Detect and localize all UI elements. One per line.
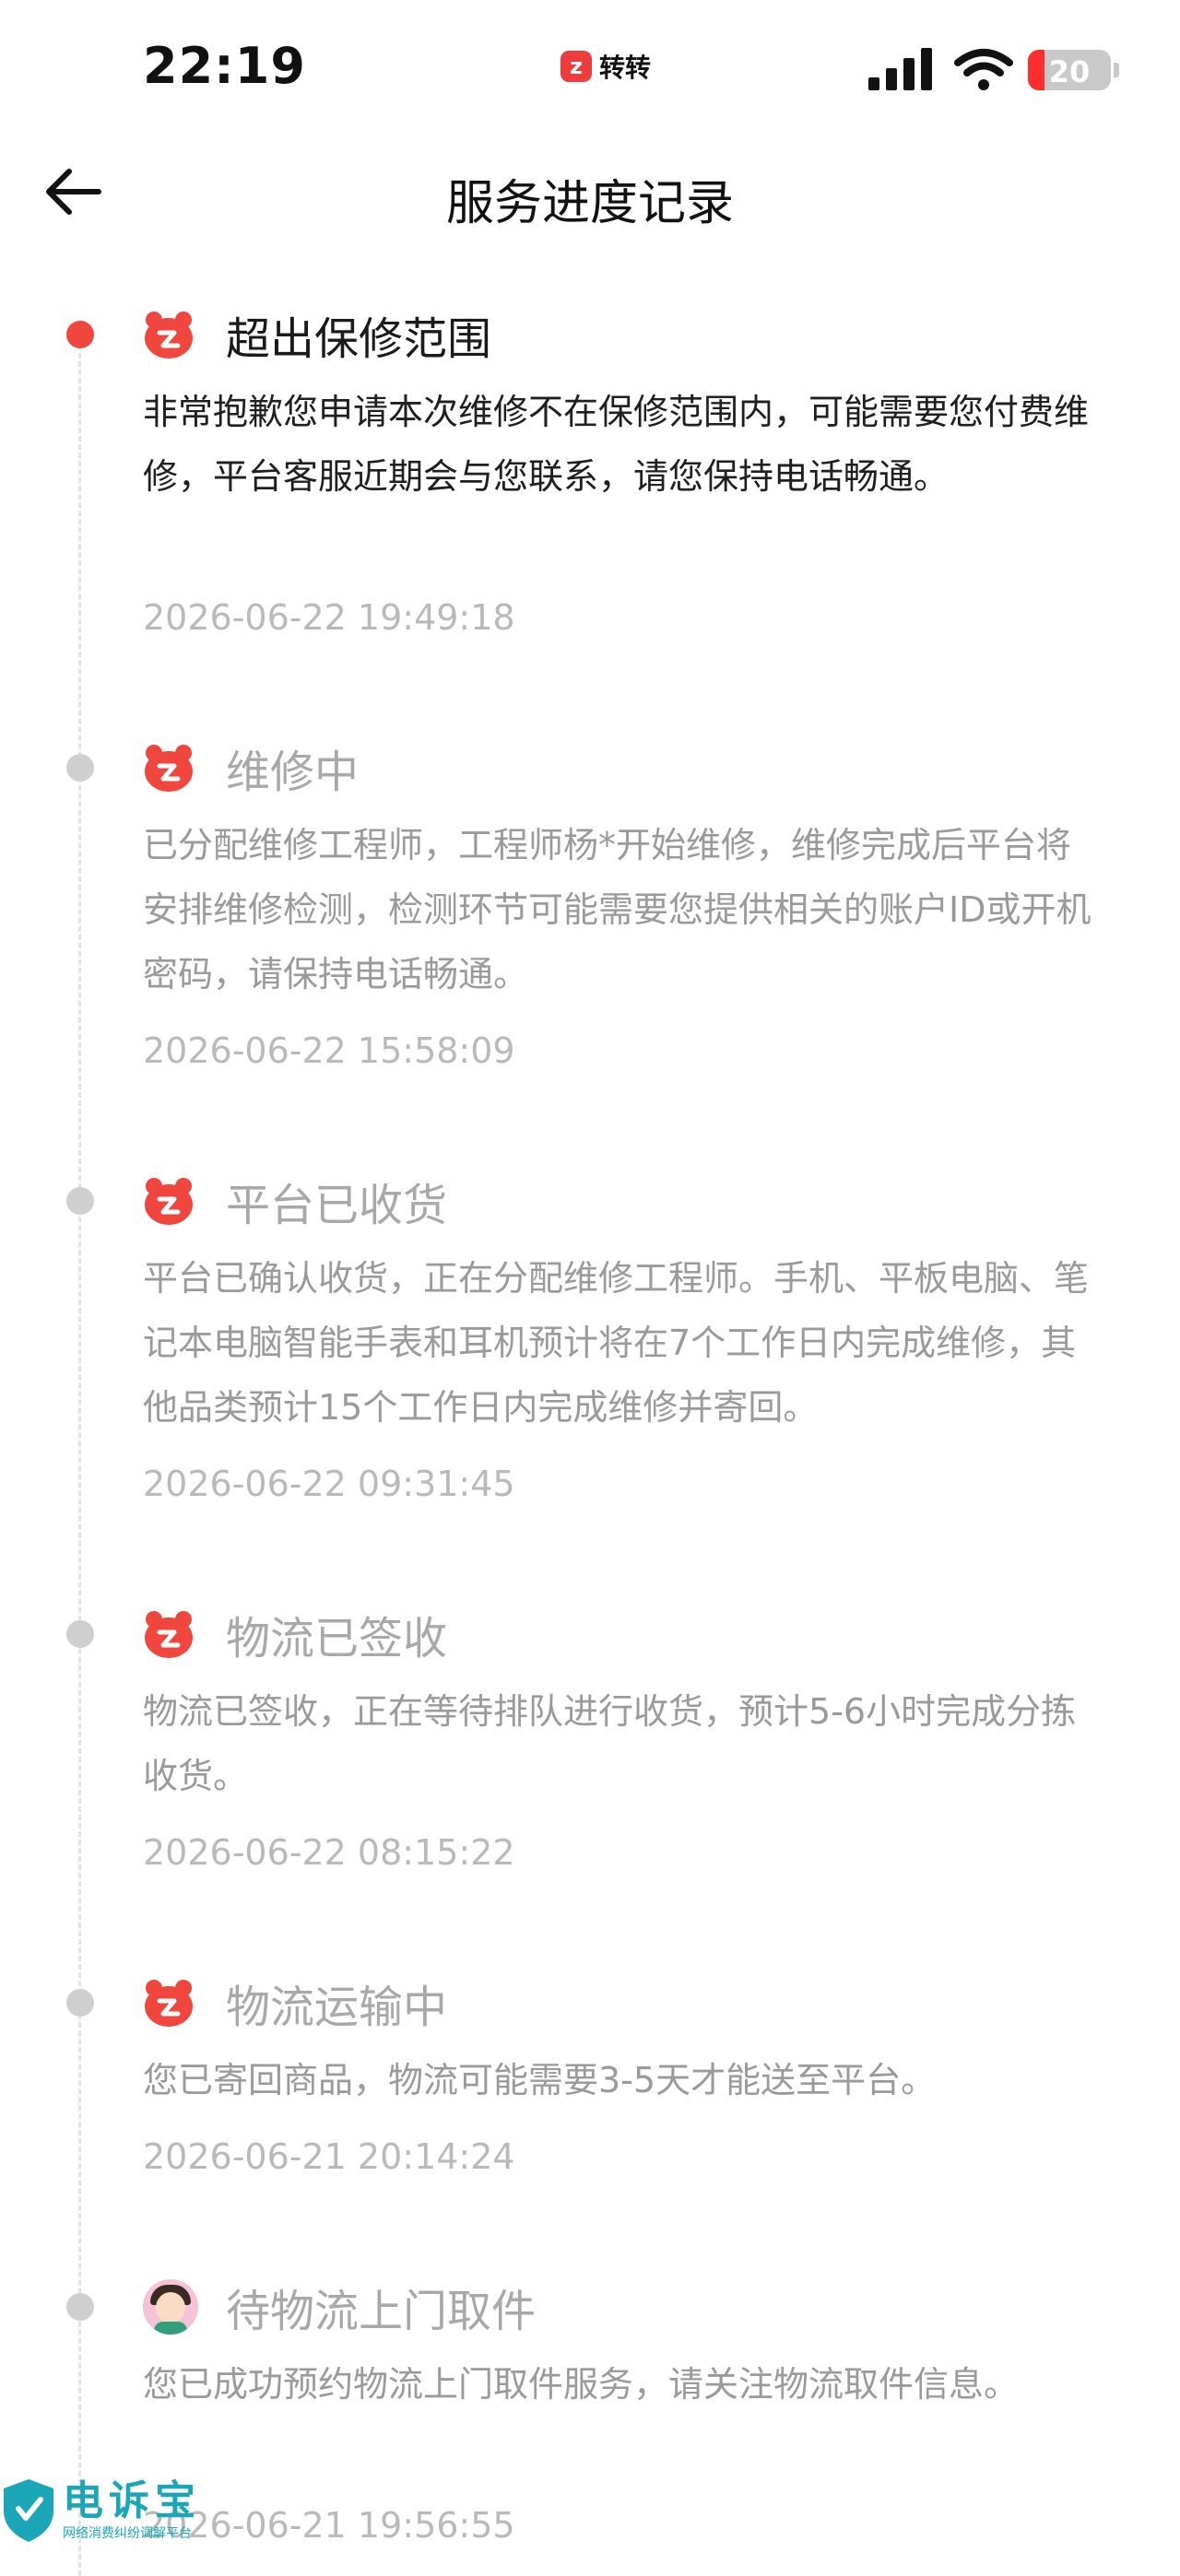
wifi-icon	[954, 49, 1013, 90]
zhuanzhuan-logo-icon: z	[560, 51, 592, 82]
watermark-main: 电诉宝	[63, 2477, 201, 2524]
watermark: 电诉宝 网络消费纠纷调解平台	[0, 2477, 201, 2544]
zhuanzhuan-bear-icon	[145, 1611, 193, 1658]
timeline-dot	[66, 754, 94, 782]
zhuanzhuan-bear-icon	[145, 1980, 193, 2027]
timeline-item-desc: 已分配维修工程师，工程师杨*开始维修，维修完成后平台将安排维修检测，检测环节可能…	[143, 825, 1092, 994]
timeline-item-title: 物流运输中	[226, 1982, 448, 2033]
watermark-sub: 网络消费纠纷调解平台	[63, 2526, 192, 2541]
nav-bar: 服务进度记录	[0, 138, 1180, 249]
timeline-item-desc: 非常抱歉您申请本次维修不在保修范围内，可能需要您付费维修，平台客服近期会与您联系…	[143, 392, 1090, 497]
timeline-item-header: 超出保修范围	[143, 307, 491, 365]
timeline-item-desc: 平台已确认收货，正在分配维修工程师。手机、平板电脑、笔记本电脑智能手表和耳机预计…	[143, 1258, 1090, 1428]
shield-logo-icon	[4, 2479, 53, 2542]
timeline-item-desc: 您已寄回商品，物流可能需要3-5天才能送至平台。	[143, 2060, 937, 2100]
timeline-item-title: 物流已签收	[226, 1613, 448, 1664]
timeline-dot	[66, 1620, 94, 1648]
page-title: 服务进度记录	[445, 176, 734, 231]
courier-avatar-icon	[143, 2279, 198, 2335]
battery-tip	[1114, 63, 1119, 77]
zhuanzhuan-bear-icon	[145, 1178, 193, 1225]
timeline-item-time: 2026-06-22 15:58:09	[143, 1030, 515, 1071]
timeline-item-desc: 您已成功预约物流上门取件服务，请关注物流取件信息。	[143, 2364, 1020, 2405]
timeline-item-title: 维修中	[226, 747, 360, 798]
timeline-dot	[66, 1989, 94, 2017]
timeline-item-header: 维修中	[143, 740, 359, 798]
app-indicator: z 转转	[560, 48, 651, 85]
app-name: 转转	[599, 53, 652, 83]
timeline-item-time: 2026-06-22 09:31:45	[143, 1464, 515, 1504]
timeline-item-header: 待物流上门取件	[143, 2279, 536, 2337]
zhuanzhuan-bear-icon	[145, 745, 193, 792]
timeline-item-title: 平台已收货	[226, 1180, 448, 1231]
battery-percent: 20	[1048, 54, 1091, 89]
signal-icon	[868, 48, 933, 90]
timeline-item-header: 物流已签收	[143, 1606, 447, 1664]
timeline-item-title: 超出保修范围	[226, 313, 492, 365]
timeline-line	[78, 336, 81, 2576]
zhuanzhuan-bear-icon	[145, 312, 193, 359]
timeline-dot	[66, 1187, 94, 1215]
status-bar: 22:19 z 转转 20	[0, 0, 1180, 138]
timeline-item-header: 平台已收货	[143, 1173, 447, 1231]
timeline-item-title: 待物流上门取件	[226, 2286, 537, 2337]
timeline-item-time: 2026-06-21 20:14:24	[143, 2136, 515, 2177]
timeline-dot-active	[66, 321, 94, 348]
timeline-item-time: 2026-06-22 19:49:18	[143, 597, 515, 638]
battery-icon: 20	[1028, 50, 1111, 90]
watermark-text: 电诉宝 网络消费纠纷调解平台	[63, 2479, 201, 2542]
timeline-item-desc: 物流已签收，正在等待排队进行收货，预计5-6小时完成分拣收货。	[143, 1691, 1077, 1796]
timeline-item-time: 2026-06-22 08:15:22	[143, 1832, 515, 1873]
timeline-item-header: 物流运输中	[143, 1975, 447, 2033]
clock: 22:19	[143, 37, 306, 95]
timeline-dot	[66, 2293, 94, 2321]
